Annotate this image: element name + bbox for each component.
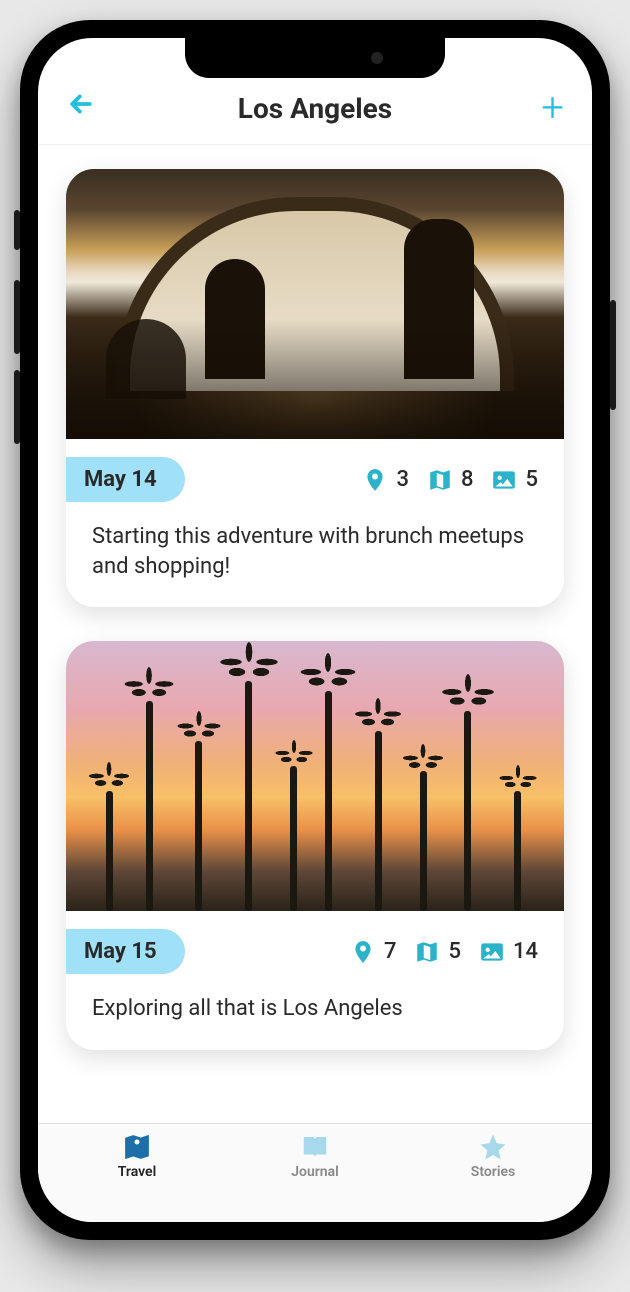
tab-stories-label: Stories — [471, 1164, 515, 1180]
power-button — [610, 300, 616, 410]
stat-maps: 8 — [427, 467, 474, 493]
tab-bar: Travel Journal Stories — [38, 1123, 592, 1222]
card-meta-row: May 15 7 5 — [92, 929, 538, 974]
volume-up — [14, 280, 20, 354]
tab-journal[interactable]: Journal — [255, 1132, 375, 1180]
tab-journal-label: Journal — [291, 1164, 339, 1180]
stat-maps: 5 — [414, 939, 461, 965]
arrow-left-icon — [66, 89, 96, 119]
date-badge: May 15 — [66, 929, 185, 974]
card-meta-row: May 14 3 8 — [92, 457, 538, 502]
journal-card[interactable]: May 14 3 8 — [66, 169, 564, 607]
volume-down — [14, 370, 20, 444]
card-description: Exploring all that is Los Angeles — [92, 994, 538, 1024]
photo-icon — [491, 467, 517, 493]
phone-frame: Los Angeles + May 14 3 — [20, 20, 610, 1240]
stat-pins: 7 — [350, 939, 397, 965]
map-pin-icon — [120, 1132, 154, 1162]
stat-pins-value: 3 — [396, 467, 409, 492]
stat-photos: 14 — [479, 939, 538, 965]
pin-icon — [362, 467, 388, 493]
card-body: May 15 7 5 — [66, 911, 564, 1050]
page-title: Los Angeles — [106, 92, 524, 125]
stat-pins-value: 7 — [384, 939, 397, 964]
add-button[interactable]: + — [524, 96, 564, 120]
map-icon — [414, 939, 440, 965]
tab-stories[interactable]: Stories — [433, 1132, 553, 1180]
card-stats: 3 8 5 — [362, 467, 538, 493]
journal-card[interactable]: May 15 7 5 — [66, 641, 564, 1050]
stat-photos-value: 5 — [525, 467, 538, 492]
back-button[interactable] — [66, 88, 106, 128]
card-body: May 14 3 8 — [66, 439, 564, 607]
card-stats: 7 5 14 — [350, 939, 538, 965]
app-screen: Los Angeles + May 14 3 — [38, 38, 592, 1222]
stat-pins: 3 — [362, 467, 409, 493]
volume-switch — [14, 210, 20, 250]
photo-icon — [479, 939, 505, 965]
card-cover-image — [66, 169, 564, 439]
card-cover-image — [66, 641, 564, 911]
stat-maps-value: 5 — [448, 939, 461, 964]
tab-travel[interactable]: Travel — [77, 1132, 197, 1180]
phone-screen-bezel: Los Angeles + May 14 3 — [38, 38, 592, 1222]
book-icon — [298, 1132, 332, 1162]
tab-travel-label: Travel — [118, 1164, 156, 1180]
notch — [185, 38, 445, 78]
date-badge: May 14 — [66, 457, 185, 502]
map-icon — [427, 467, 453, 493]
stat-photos: 5 — [491, 467, 538, 493]
stat-maps-value: 8 — [461, 467, 474, 492]
pin-icon — [350, 939, 376, 965]
card-description: Starting this adventure with brunch meet… — [92, 522, 538, 581]
journal-entries-list[interactable]: May 14 3 8 — [38, 145, 592, 1123]
star-icon — [476, 1132, 510, 1162]
stat-photos-value: 14 — [513, 939, 538, 964]
